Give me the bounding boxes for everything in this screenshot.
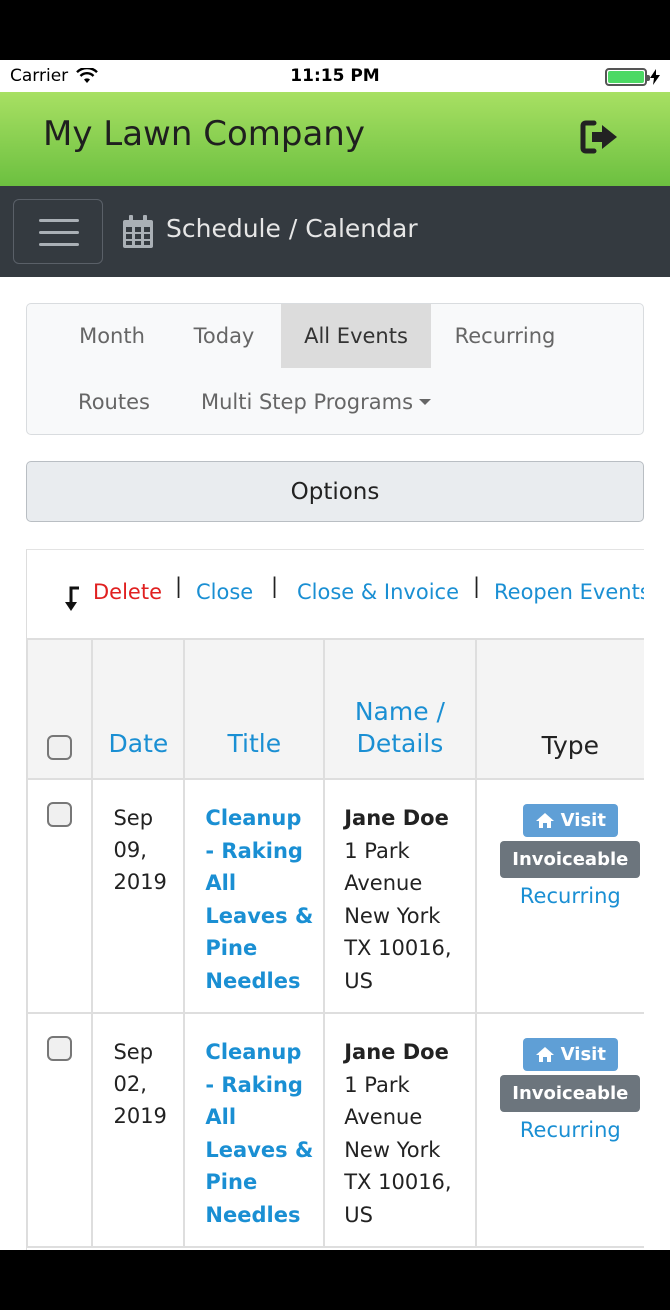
row-checkbox[interactable] [47,1036,73,1061]
event-date: Sep 09, 2019 [91,778,186,1014]
customer-details: Jane Doe 1 Park Avenue New York TX 10016… [323,1012,477,1248]
options-button[interactable]: Options [26,461,644,522]
tab-recurring[interactable]: Recurring [437,304,573,368]
bottom-black-bar [0,1250,670,1310]
menu-toggle-button[interactable] [13,199,103,264]
action-separator: | [175,574,183,598]
table-header-row: Date Title Name / Details Type [27,638,644,780]
events-table-panel: Delete | Close | Close & Invoice | Reope… [26,549,644,1250]
event-date: Sep 02, 2019 [91,1012,186,1248]
invoiceable-badge: Invoiceable [500,1075,641,1112]
close-action[interactable]: Close [196,580,253,604]
main-content: Month Today All Events Recurring Routes … [0,277,670,1250]
home-icon [535,1047,554,1062]
home-icon [535,813,554,828]
reopen-events-action[interactable]: Reopen Events [494,580,644,604]
customer-name: Jane Doe [344,1040,449,1064]
app-title: My Lawn Company [43,114,365,154]
events-table: Date Title Name / Details Type Sep 09, 2… [27,638,644,1248]
type-header: Type [474,638,644,780]
battery-icon [605,68,660,86]
tab-all-events[interactable]: All Events [281,304,431,368]
visit-badge: Visit [522,1038,618,1071]
navbar: Schedule / Calendar [0,186,670,277]
invoiceable-badge: Invoiceable [500,841,641,878]
logout-icon[interactable] [580,120,620,154]
event-title-link[interactable]: Cleanup - Raking All Leaves & Pine Needl… [183,778,326,1014]
status-bar: Carrier 11:15 PM [0,60,670,92]
dropdown-caret-icon [419,399,432,405]
select-all-checkbox[interactable] [47,735,73,760]
tab-multi-step-label: Multi Step Programs [200,390,414,414]
visit-badge: Visit [522,804,618,837]
calendar-icon [123,215,153,248]
recurring-link[interactable]: Recurring [477,884,644,908]
tab-month[interactable]: Month [59,304,165,368]
event-type: Visit Invoiceable Recurring [474,778,644,1014]
customer-name: Jane Doe [344,806,449,830]
app-header: My Lawn Company [0,92,670,186]
tab-routes[interactable]: Routes [59,370,169,434]
view-tabs: Month Today All Events Recurring Routes … [26,303,644,435]
event-title-link[interactable]: Cleanup - Raking All Leaves & Pine Needl… [183,1012,326,1248]
select-all-header [27,638,94,780]
top-black-bar [0,0,670,60]
recurring-link[interactable]: Recurring [477,1118,644,1142]
title-header[interactable]: Title [183,638,326,780]
charging-bolt-icon [650,69,660,85]
bulk-actions-bar: Delete | Close | Close & Invoice | Reope… [27,550,644,638]
tab-today[interactable]: Today [173,304,275,368]
status-time: 11:15 PM [290,66,380,86]
page-title: Schedule / Calendar [166,214,418,243]
tab-multi-step-programs[interactable]: Multi Step Programs [191,370,441,434]
event-type: Visit Invoiceable Recurring [474,1012,644,1248]
table-row: Sep 02, 2019 Cleanup - Raking All Leaves… [27,1012,644,1248]
close-invoice-action[interactable]: Close & Invoice [297,580,459,604]
delete-action[interactable]: Delete [93,580,162,604]
action-separator: | [473,574,481,598]
table-row: Sep 09, 2019 Cleanup - Raking All Leaves… [27,778,644,1014]
name-details-header[interactable]: Name / Details [323,638,477,780]
date-header[interactable]: Date [91,638,186,780]
row-checkbox[interactable] [47,802,73,827]
customer-details: Jane Doe 1 Park Avenue New York TX 10016… [323,778,477,1014]
action-separator: | [271,574,279,598]
arrow-turn-down-icon [65,586,79,611]
